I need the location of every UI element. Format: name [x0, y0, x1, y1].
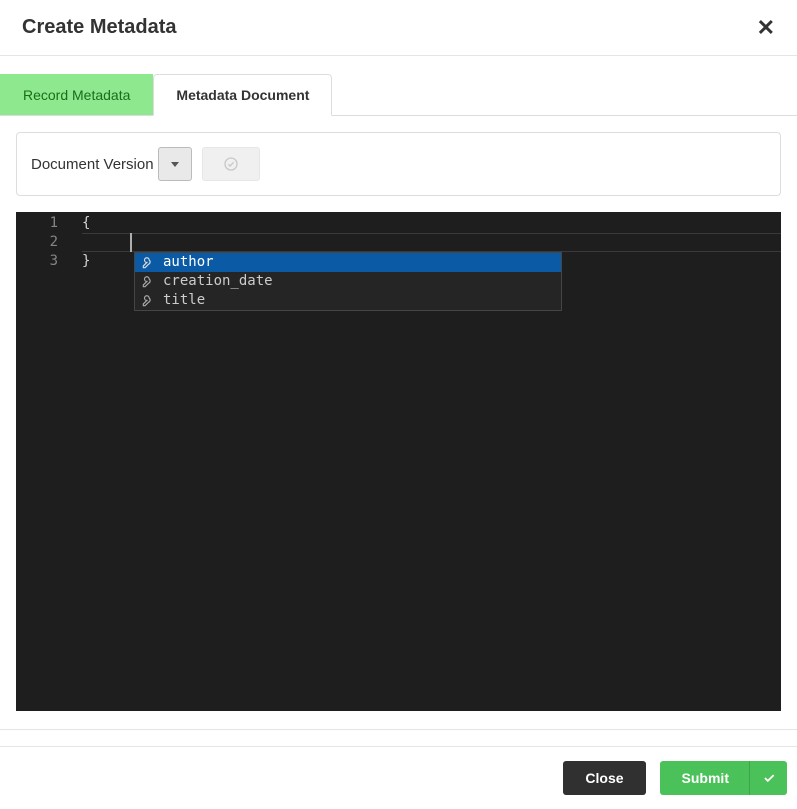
- tab-record-metadata[interactable]: Record Metadata: [0, 74, 153, 115]
- autocomplete-popup: author creation_date title: [134, 252, 562, 311]
- document-version-panel: Document Version: [16, 132, 781, 196]
- line-number: 1: [16, 214, 80, 233]
- button-label: Close: [585, 770, 623, 786]
- property-icon: [141, 275, 155, 289]
- autocomplete-label: title: [163, 291, 205, 310]
- document-version-select[interactable]: [158, 147, 192, 181]
- line-number-gutter: 1 2 3: [16, 212, 80, 711]
- line-number: 3: [16, 252, 80, 271]
- code-line: [82, 233, 781, 252]
- autocomplete-label: author: [163, 253, 214, 272]
- chevron-down-icon: [171, 162, 179, 167]
- modal-header: Create Metadata ✕: [0, 0, 797, 56]
- submit-button[interactable]: Submit: [660, 761, 787, 795]
- check-circle-icon: [223, 156, 239, 172]
- submit-dropdown-toggle[interactable]: [749, 761, 787, 795]
- tab-label: Record Metadata: [23, 87, 130, 103]
- document-version-label: Document Version: [31, 156, 154, 173]
- code-editor[interactable]: 1 2 3 { } author creation_date title: [16, 212, 781, 711]
- tab-metadata-document[interactable]: Metadata Document: [153, 74, 332, 116]
- close-button[interactable]: Close: [563, 761, 645, 795]
- modal-title: Create Metadata: [22, 16, 177, 39]
- autocomplete-label: creation_date: [163, 272, 273, 291]
- close-icon[interactable]: ✕: [757, 17, 775, 39]
- property-icon: [141, 256, 155, 270]
- modal-footer: Close Submit: [0, 746, 797, 809]
- line-number: 2: [16, 233, 80, 252]
- button-label: Submit: [660, 761, 749, 795]
- autocomplete-item[interactable]: title: [135, 291, 561, 310]
- autocomplete-item[interactable]: creation_date: [135, 272, 561, 291]
- check-icon: [762, 771, 776, 785]
- property-icon: [141, 294, 155, 308]
- tabs: Record Metadata Metadata Document: [0, 74, 797, 116]
- code-line: {: [82, 214, 781, 233]
- divider: [0, 729, 797, 747]
- tab-label: Metadata Document: [176, 87, 309, 103]
- editor-cursor: [130, 233, 132, 252]
- autocomplete-item[interactable]: author: [135, 253, 561, 272]
- apply-version-button: [202, 147, 260, 181]
